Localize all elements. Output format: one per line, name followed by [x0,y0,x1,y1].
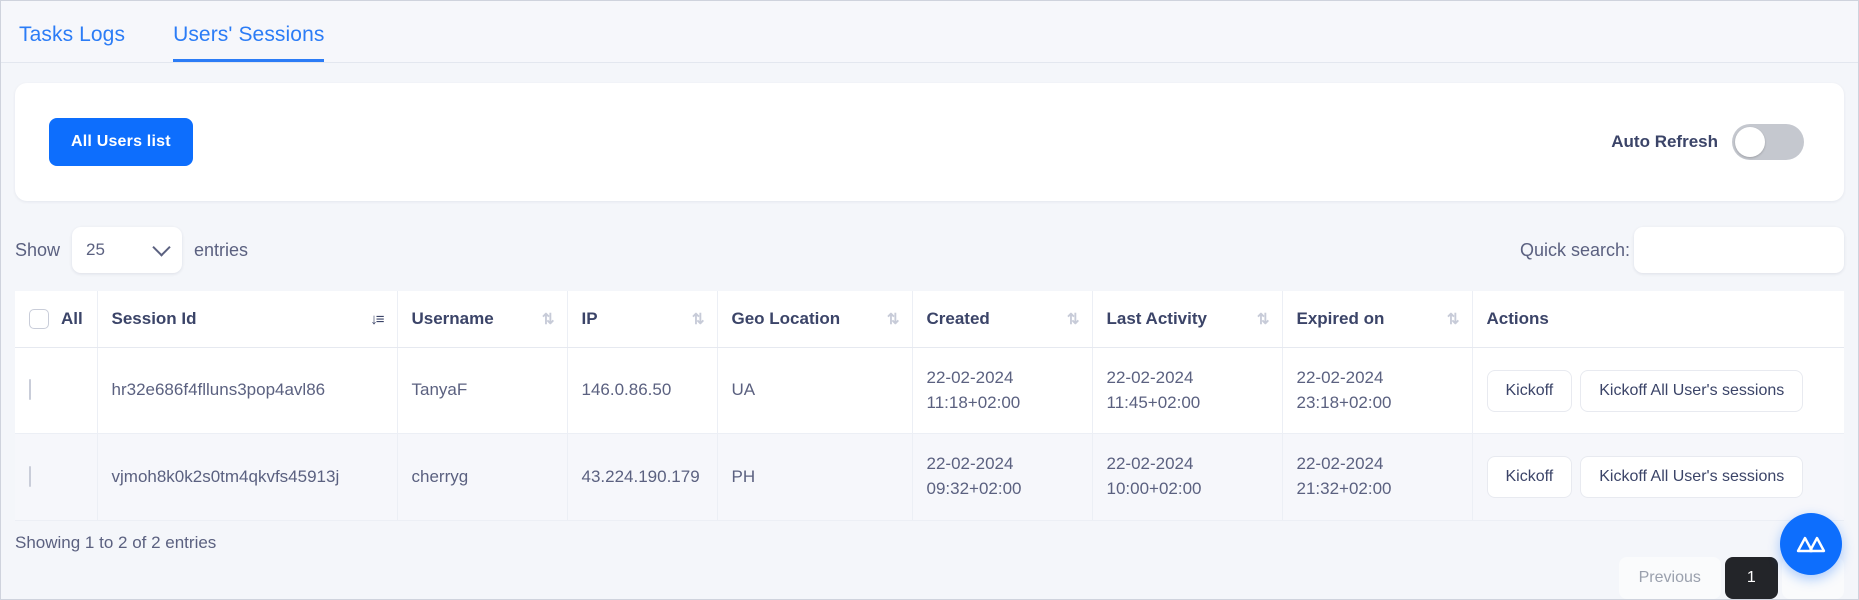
chevron-down-icon [152,238,171,257]
cell-created: 22-02-2024 09:32+02:00 [912,433,1093,521]
auto-refresh-toggle[interactable] [1732,124,1804,160]
row-select-cell [15,347,98,435]
th-actions-label: Actions [1486,309,1549,328]
th-session-id[interactable]: Session Id ↓≡ [97,291,398,348]
tab-users-sessions-label: Users' Sessions [173,23,325,46]
cell-geo-location: PH [717,433,913,521]
show-entries-group: Show 25 entries [15,227,248,273]
sort-none-icon: ⇅ [1066,310,1080,328]
th-username[interactable]: Username ⇅ [397,291,568,348]
cell-ip: 43.224.190.179 [567,433,718,521]
page-size-select[interactable]: 25 [72,227,183,273]
table-row: hr32e686f4flluns3pop4avl86 TanyaF 146.0.… [15,347,1844,435]
page-frame: Tasks Logs Users' Sessions All Users lis… [0,0,1859,600]
quick-search-group: Quick search: [1520,227,1844,273]
th-geo-location[interactable]: Geo Location ⇅ [717,291,913,348]
auto-refresh-label: Auto Refresh [1611,132,1718,151]
expired-date: 22-02-2024 [1296,454,1384,474]
last-activity-time: 10:00+02:00 [1106,478,1202,498]
table-body: hr32e686f4flluns3pop4avl86 TanyaF 146.0.… [15,347,1844,521]
table-head: All Session Id ↓≡ Username ⇅ IP ⇅ Geo Lo… [15,291,1844,348]
tab-tasks-logs-label: Tasks Logs [19,23,126,46]
th-last-activity[interactable]: Last Activity ⇅ [1092,291,1283,348]
kickoff-button[interactable]: Kickoff [1486,455,1573,498]
th-session-id-label: Session Id [111,309,197,328]
th-created[interactable]: Created ⇅ [912,291,1093,348]
th-ip[interactable]: IP ⇅ [567,291,718,348]
cell-expired-on: 22-02-2024 23:18+02:00 [1282,347,1473,435]
expired-date: 22-02-2024 [1296,368,1384,387]
expired-time: 21:32+02:00 [1296,478,1392,498]
floating-action-button[interactable] [1780,513,1842,575]
cell-expired-on: 22-02-2024 21:32+02:00 [1282,433,1473,521]
cell-username: cherryg [397,433,568,521]
created-date: 22-02-2024 [926,368,1014,387]
cell-session-id: hr32e686f4flluns3pop4avl86 [97,347,398,435]
last-activity-date: 22-02-2024 [1106,454,1194,474]
entries-label: entries [194,239,249,260]
th-expired-on[interactable]: Expired on ⇅ [1282,291,1473,348]
showing-entries-text: Showing 1 to 2 of 2 entries [15,532,217,552]
show-label: Show [15,239,61,260]
th-select-all: All [15,291,98,348]
row-select-cell [15,433,98,521]
tab-tasks-logs[interactable]: Tasks Logs [19,23,125,62]
cell-session-id: vjmoh8k0k2s0tm4qkvfs45913j [97,433,398,521]
page-size-value: 25 [86,240,105,259]
toolbar-card: All Users list Auto Refresh [15,83,1844,201]
tab-users-sessions[interactable]: Users' Sessions [173,23,325,62]
cell-username: TanyaF [397,347,568,435]
sort-none-icon: ⇅ [691,310,705,328]
toggle-knob [1735,127,1765,157]
sort-none-icon: ⇅ [1256,310,1270,328]
kickoff-button[interactable]: Kickoff [1486,369,1573,412]
sort-none-icon: ⇅ [541,310,555,328]
tab-bar: Tasks Logs Users' Sessions [1,1,1858,63]
row-checkbox[interactable] [29,465,31,487]
expired-time: 23:18+02:00 [1296,392,1392,412]
th-last-activity-label: Last Activity [1106,309,1207,328]
row-checkbox[interactable] [29,379,31,401]
quick-search-label: Quick search: [1519,239,1630,260]
th-geo-location-label: Geo Location [731,309,841,328]
sort-desc-icon: ↓≡ [370,310,384,328]
kickoff-all-sessions-button[interactable]: Kickoff All User's sessions [1580,455,1804,498]
sessions-table: All Session Id ↓≡ Username ⇅ IP ⇅ Geo Lo… [15,291,1844,521]
th-created-label: Created [926,309,990,328]
auto-refresh-group: Auto Refresh [1611,124,1804,160]
all-users-list-button[interactable]: All Users list [49,118,193,166]
select-all-checkbox[interactable] [29,309,49,329]
th-all-label: All [61,309,83,328]
last-activity-time: 11:45+02:00 [1106,392,1201,412]
cell-geo-location: UA [717,347,913,435]
th-username-label: Username [411,309,494,328]
cell-ip: 146.0.86.50 [567,347,718,435]
sort-none-icon: ⇅ [1446,310,1460,328]
cell-actions: Kickoff Kickoff All User's sessions [1472,347,1844,435]
sort-none-icon: ⇅ [886,310,900,328]
cell-created: 22-02-2024 11:18+02:00 [912,347,1093,435]
created-time: 11:18+02:00 [926,392,1021,412]
th-expired-on-label: Expired on [1296,309,1385,328]
cell-last-activity: 22-02-2024 11:45+02:00 [1092,347,1283,435]
cell-actions: Kickoff Kickoff All User's sessions [1472,433,1844,521]
quick-search-input[interactable] [1634,227,1844,273]
table-controls: Show 25 entries Quick search: [1,201,1858,291]
last-activity-date: 22-02-2024 [1106,368,1194,387]
th-actions: Actions [1472,291,1844,348]
table-header-row: All Session Id ↓≡ Username ⇅ IP ⇅ Geo Lo… [15,291,1844,348]
table-row: vjmoh8k0k2s0tm4qkvfs45913j cherryg 43.22… [15,433,1844,521]
sessions-table-wrapper: All Session Id ↓≡ Username ⇅ IP ⇅ Geo Lo… [1,291,1858,521]
pagination-page-1[interactable]: 1 [1724,556,1778,599]
th-ip-label: IP [581,309,598,328]
cell-last-activity: 22-02-2024 10:00+02:00 [1092,433,1283,521]
created-date: 22-02-2024 [926,454,1014,474]
kickoff-all-sessions-button[interactable]: Kickoff All User's sessions [1580,369,1804,412]
mountains-icon [1796,536,1826,553]
table-footer: Showing 1 to 2 of 2 entries Previous 1 [1,521,1858,599]
created-time: 09:32+02:00 [926,478,1022,498]
pagination-previous[interactable]: Previous [1618,556,1721,599]
